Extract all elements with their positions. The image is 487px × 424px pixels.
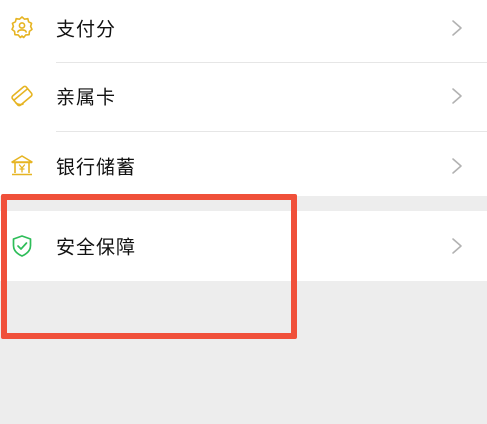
chevron-right-icon: [451, 19, 463, 37]
payscore-icon: [9, 15, 35, 41]
menu-item-label: 银行储蓄: [56, 156, 137, 179]
chevron-right-icon: [451, 87, 463, 105]
chevron-right-icon: [451, 237, 463, 255]
menu-item-bank-savings[interactable]: 银行储蓄: [0, 133, 487, 199]
family-card-icon: [9, 83, 35, 109]
menu-item-family-card[interactable]: 亲属卡: [0, 63, 487, 129]
payment-services-group: 支付分 亲属卡 银行储蓄: [0, 0, 487, 196]
highlight-annotation-box: [1, 194, 297, 339]
divider: [56, 131, 487, 132]
chevron-right-icon: [451, 157, 463, 175]
menu-item-payscore[interactable]: 支付分: [0, 0, 487, 61]
bank-savings-icon: [9, 153, 35, 179]
menu-item-label: 支付分: [56, 18, 117, 41]
menu-item-label: 亲属卡: [56, 86, 117, 109]
